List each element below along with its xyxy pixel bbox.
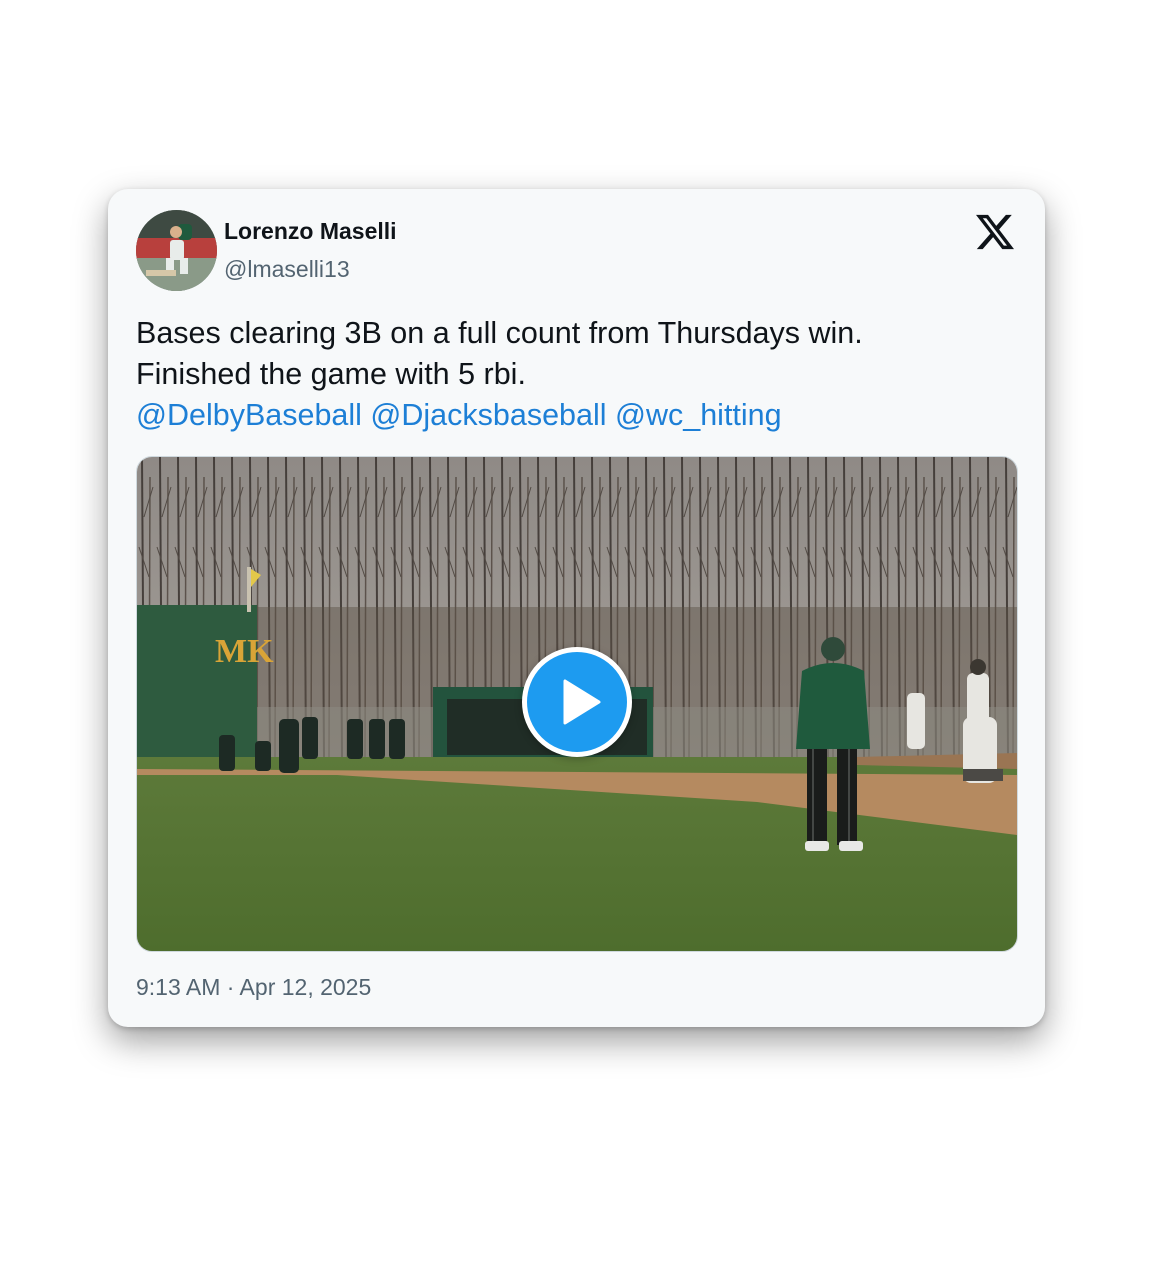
author-name[interactable]: Lorenzo Maselli: [224, 218, 397, 245]
tweet-timestamp[interactable]: 9:13 AM · Apr 12, 2025: [136, 974, 371, 1001]
tweet-card: Lorenzo Maselli @lmaselli13 Bases cleari…: [108, 189, 1045, 1027]
mention-link[interactable]: @wc_hitting: [615, 398, 782, 432]
mention-link[interactable]: @Djacksbaseball: [370, 398, 606, 432]
video-player[interactable]: MK: [136, 456, 1018, 952]
author-handle[interactable]: @lmaselli13: [224, 256, 350, 283]
wall-logo: MK: [215, 633, 274, 670]
avatar-image: [136, 210, 217, 291]
tweet-text-line: Bases clearing 3B on a full count from T…: [136, 316, 863, 350]
x-logo-icon[interactable]: [976, 213, 1014, 251]
play-icon: [563, 679, 601, 725]
play-button[interactable]: [522, 647, 632, 757]
mention-link[interactable]: @DelbyBaseball: [136, 398, 362, 432]
mentions-line: @DelbyBaseball @Djacksbaseball @wc_hitti…: [136, 395, 1016, 436]
tweet-text-line: Finished the game with 5 rbi.: [136, 357, 526, 391]
avatar[interactable]: [136, 210, 217, 291]
tweet-text: Bases clearing 3B on a full count from T…: [136, 313, 1016, 436]
